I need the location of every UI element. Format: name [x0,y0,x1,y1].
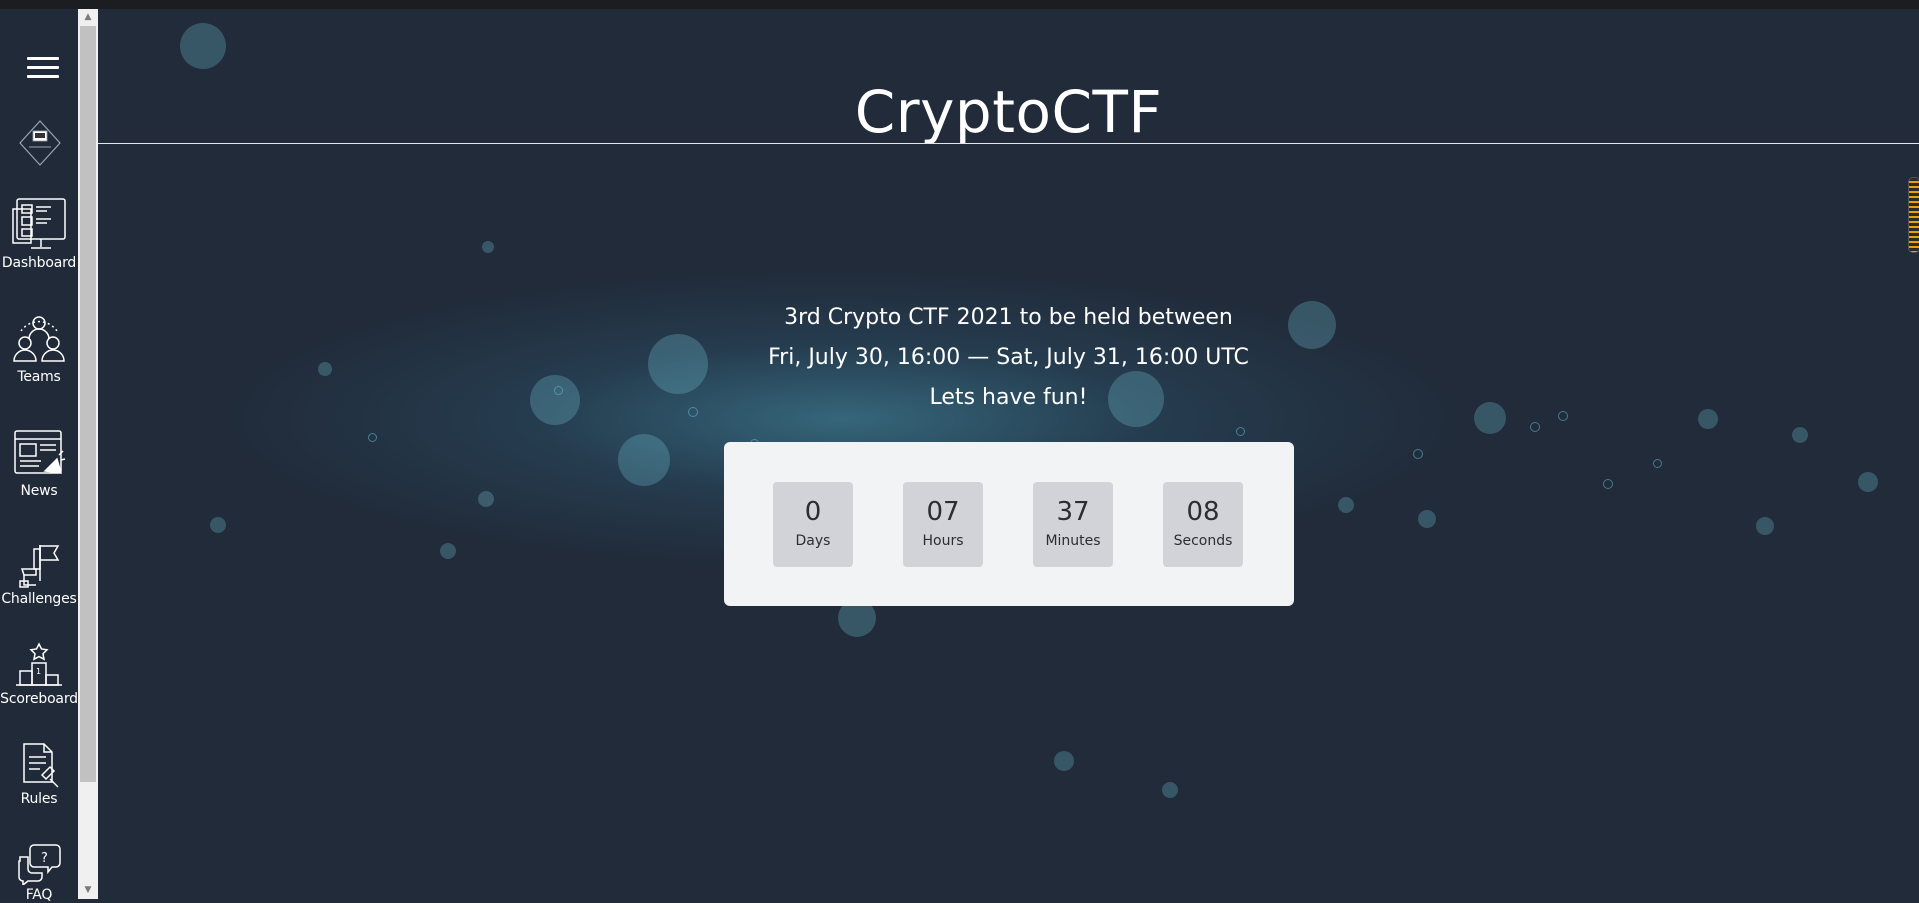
countdown-hours: 07 Hours [903,482,983,567]
countdown-seconds-label: Seconds [1173,533,1233,549]
sidebar-item-faq[interactable]: ? FAQ [0,841,78,903]
bokeh-bubble [1054,751,1074,771]
title-divider [98,143,1919,144]
bokeh-ring [1558,411,1568,421]
site-title: CryptoCTF [854,77,1163,146]
bokeh-bubble [478,491,494,507]
sidebar-item-news[interactable]: News [0,427,78,499]
scrollbar-thumb[interactable] [80,26,96,782]
bokeh-bubble [1338,497,1354,513]
countdown-seconds-value: 08 [1186,497,1220,527]
sidebar-item-label: Dashboard [1,255,77,271]
countdown-minutes: 37 Minutes [1033,482,1113,567]
sidebar-item-label: Scoreboard [0,691,78,707]
bokeh-bubble [210,517,226,533]
event-announcement: 3rd Crypto CTF 2021 to be held between [784,305,1233,330]
challenges-icon [19,545,60,588]
bokeh-ring [1653,459,1662,468]
sidebar-item-label: FAQ [25,887,53,903]
rules-icon [23,743,59,788]
bokeh-bubble [440,543,456,559]
event-tagline: Lets have fun! [929,385,1088,410]
main-content: CryptoCTF 3rd Crypto CTF 2021 to be held… [98,9,1919,899]
dashboard-icon [12,198,66,249]
bokeh-bubble [1162,782,1178,798]
sidebar-item-teams[interactable]: Teams [0,311,78,385]
sidebar-scrollbar[interactable]: ▲ ▼ [78,9,98,899]
bokeh-bubble [1792,427,1808,443]
sidebar-item-rules[interactable]: Rules [0,741,78,807]
bokeh-ring [1413,449,1423,459]
countdown-days-label: Days [795,533,831,549]
countdown-hours-value: 07 [926,497,960,527]
countdown-timer: 0 Days 07 Hours 37 Minutes 08 Seconds [724,442,1294,606]
countdown-days-value: 0 [804,497,822,527]
countdown-seconds: 08 Seconds [1163,482,1243,567]
sidebar-item-label: Challenges [1,591,77,607]
bokeh-bubble [1756,517,1774,535]
scroll-up-arrow-icon[interactable]: ▲ [78,9,98,26]
bokeh-bubble [482,241,494,253]
bokeh-bubble [1858,472,1878,492]
sidebar: Dashboard Teams News Challenges 1 Scoreb… [0,9,78,903]
news-icon [14,430,66,474]
browser-top-strip [0,0,1919,9]
countdown-minutes-label: Minutes [1045,533,1101,549]
event-dates: Fri, July 30, 16:00 — Sat, July 31, 16:0… [768,345,1249,370]
faq-icon: ? [18,844,61,885]
bokeh-ring [1236,427,1245,436]
sidebar-item-dashboard[interactable]: Dashboard [0,195,78,271]
sidebar-item-label: Teams [17,369,61,385]
sidebar-item-label: Rules [20,791,58,807]
scroll-down-arrow-icon[interactable]: ▼ [78,882,98,899]
countdown-days: 0 Days [773,482,853,567]
side-handle-widget[interactable] [1908,177,1919,253]
site-logo[interactable] [18,119,74,175]
teams-icon [13,316,65,362]
scoreboard-icon: 1 [16,642,62,686]
sidebar-item-label: News [20,483,58,499]
sidebar-item-scoreboard[interactable]: 1 Scoreboard [0,641,78,707]
sidebar-item-challenges[interactable]: Challenges [0,541,78,607]
countdown-minutes-value: 37 [1056,497,1090,527]
bokeh-ring [1530,422,1540,432]
countdown-hours-label: Hours [922,533,964,549]
bokeh-bubble [180,23,226,69]
bokeh-bubble [1698,409,1718,429]
svg-text:?: ? [41,851,48,866]
hamburger-menu-icon[interactable] [27,57,59,81]
bokeh-bubble [618,434,670,486]
svg-text:1: 1 [36,667,41,676]
bokeh-ring [368,433,377,442]
bokeh-bubble [1418,510,1436,528]
bokeh-ring [1603,479,1613,489]
